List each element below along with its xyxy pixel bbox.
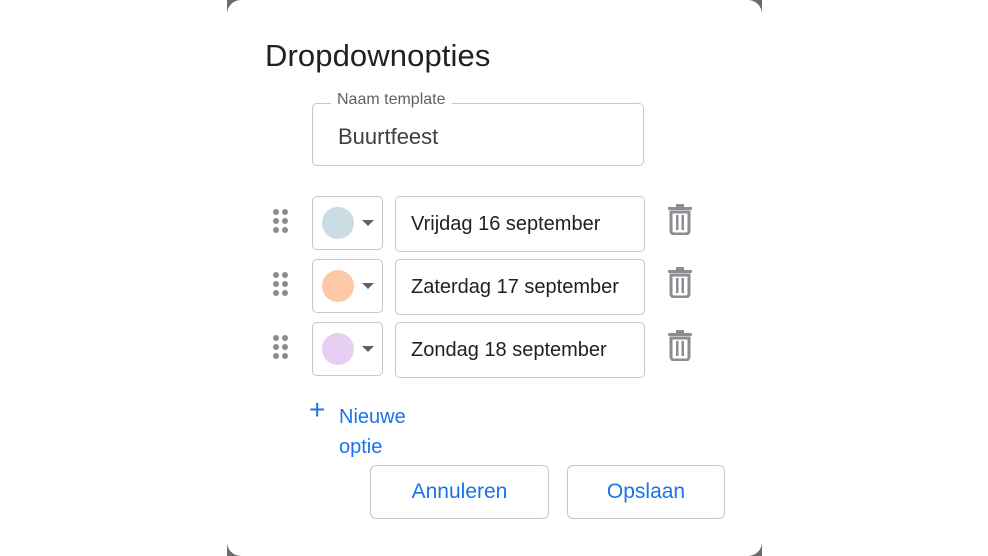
drag-handle-icon[interactable] [273, 209, 289, 235]
option-input[interactable] [395, 196, 645, 252]
chevron-down-icon [362, 220, 374, 226]
color-picker-button[interactable] [312, 259, 383, 313]
chevron-down-icon [362, 283, 374, 289]
option-input[interactable] [395, 259, 645, 315]
trash-icon[interactable] [665, 203, 695, 236]
screen: Dropdownopties Naam template Buurtfeest [0, 0, 988, 556]
option-input[interactable] [395, 322, 645, 378]
dropdown-options-dialog: Dropdownopties Naam template Buurtfeest [227, 0, 762, 556]
cancel-button[interactable]: Annuleren [370, 465, 549, 519]
color-picker-button[interactable] [312, 322, 383, 376]
template-name-field[interactable]: Naam template Buurtfeest [312, 91, 644, 166]
new-option-button[interactable]: + Nieuwe optie [309, 394, 429, 462]
save-button[interactable]: Opslaan [567, 465, 725, 519]
plus-icon: + [309, 394, 326, 425]
template-name-label: Naam template [331, 91, 452, 109]
chevron-down-icon [362, 346, 374, 352]
color-swatch [322, 333, 354, 365]
color-swatch [322, 207, 354, 239]
template-name-value[interactable]: Buurtfeest [338, 124, 438, 150]
color-swatch [322, 270, 354, 302]
trash-icon[interactable] [665, 329, 695, 362]
option-row [227, 259, 762, 315]
option-row [227, 196, 762, 252]
new-option-label: Nieuwe optie [339, 406, 406, 458]
option-row [227, 322, 762, 378]
trash-icon[interactable] [665, 266, 695, 299]
drag-handle-icon[interactable] [273, 335, 289, 361]
dialog-title: Dropdownopties [265, 38, 491, 73]
drag-handle-icon[interactable] [273, 272, 289, 298]
color-picker-button[interactable] [312, 196, 383, 250]
